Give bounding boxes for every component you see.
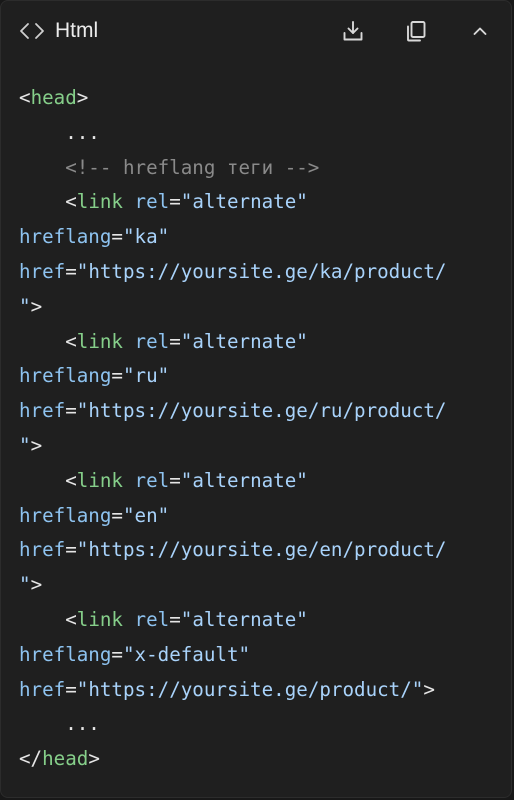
code-line: hreflang="x-default" bbox=[19, 638, 446, 673]
code-line: "> bbox=[19, 568, 446, 603]
code-string: "x-default" bbox=[122, 642, 251, 666]
code-string: "https://yoursite.ge/en/product/ bbox=[76, 538, 447, 562]
code-punctuation: = bbox=[169, 607, 181, 631]
code-punctuation: = bbox=[169, 468, 181, 492]
code-line: </head> bbox=[19, 742, 446, 777]
code-string: "alternate" bbox=[180, 190, 308, 214]
code-tag-name: link bbox=[76, 468, 123, 492]
code-punctuation: > bbox=[30, 433, 43, 457]
code-punctuation: > bbox=[76, 86, 89, 109]
code-line: <link rel="alternate" bbox=[19, 185, 446, 220]
code-block-header: Html bbox=[1, 1, 511, 61]
code-attribute-name: rel bbox=[134, 607, 170, 631]
code-tag-name: link bbox=[76, 329, 123, 353]
code-line: href="https://yoursite.ge/ru/product/ bbox=[19, 394, 446, 429]
code-punctuation: = bbox=[169, 190, 181, 214]
code-punctuation: ... bbox=[19, 712, 100, 736]
code-punctuation: = bbox=[111, 503, 123, 527]
code-attribute-name: rel bbox=[134, 190, 170, 214]
code-string: " bbox=[19, 433, 31, 457]
code-line: ... bbox=[19, 116, 446, 151]
code-tag-name: link bbox=[76, 190, 123, 214]
code-attribute-name: rel bbox=[134, 468, 170, 492]
code-line: hreflang="en" bbox=[19, 499, 446, 534]
download-button[interactable] bbox=[337, 15, 369, 47]
code-punctuation: = bbox=[65, 259, 77, 283]
code-punctuation bbox=[123, 469, 135, 492]
code-punctuation: ... bbox=[19, 120, 100, 144]
code-line: ... bbox=[19, 707, 446, 742]
code-punctuation: = bbox=[65, 399, 77, 423]
code-attribute-name: href bbox=[19, 259, 66, 283]
code-tag-name: head bbox=[42, 747, 89, 771]
code-line: <head> bbox=[19, 81, 446, 116]
code-attribute-name: hreflang bbox=[19, 364, 112, 388]
code-punctuation: < bbox=[19, 329, 77, 353]
code-punctuation: = bbox=[111, 225, 123, 249]
code-line: <link rel="alternate" bbox=[19, 603, 446, 638]
chevron-up-icon bbox=[473, 27, 487, 35]
code-attribute-name: hreflang bbox=[19, 503, 112, 527]
collapse-button[interactable] bbox=[464, 15, 496, 47]
code-punctuation bbox=[123, 190, 135, 213]
code-punctuation: > bbox=[30, 573, 43, 597]
code-block: Html <head> ... <!-- hreflang теги --> <… bbox=[0, 0, 512, 798]
code-attribute-name: href bbox=[19, 399, 66, 423]
code-string: "https://yoursite.ge/product/" bbox=[76, 677, 424, 701]
code-punctuation: </ bbox=[19, 747, 43, 771]
code-attribute-name: rel bbox=[134, 329, 170, 353]
code-attribute-name: href bbox=[19, 677, 66, 701]
code-string: " bbox=[19, 294, 31, 318]
code-punctuation bbox=[123, 330, 135, 353]
code-line: "> bbox=[19, 290, 446, 325]
code-line: "> bbox=[19, 429, 446, 464]
code-string: " bbox=[19, 573, 31, 597]
code-punctuation: < bbox=[19, 86, 31, 109]
code-punctuation: > bbox=[30, 294, 43, 318]
code-punctuation: < bbox=[19, 190, 77, 214]
code-punctuation: = bbox=[111, 364, 123, 388]
code-punctuation: < bbox=[19, 607, 77, 631]
code-string: "https://yoursite.ge/ka/product/ bbox=[76, 259, 447, 283]
code-string: "https://yoursite.ge/ru/product/ bbox=[76, 399, 447, 423]
code-line: href="https://yoursite.ge/ka/product/ bbox=[19, 255, 446, 290]
code-line: <!-- hreflang теги --> bbox=[19, 151, 446, 186]
code-punctuation: > bbox=[88, 747, 100, 771]
code-string: "alternate" bbox=[180, 607, 308, 631]
code-string: "en" bbox=[122, 503, 170, 527]
code-punctuation: = bbox=[65, 677, 77, 701]
code-line: hreflang="ka" bbox=[19, 220, 446, 255]
code-attribute-name: hreflang bbox=[19, 225, 112, 249]
code-punctuation: = bbox=[65, 538, 77, 562]
code-language-label: Html bbox=[55, 19, 99, 42]
copy-button[interactable] bbox=[400, 15, 432, 47]
copy-icon bbox=[407, 21, 426, 42]
code-line: <link rel="alternate" bbox=[19, 325, 446, 360]
code-line: href="https://yoursite.ge/en/product/ bbox=[19, 533, 446, 568]
code-punctuation bbox=[123, 608, 135, 631]
code-punctuation: < bbox=[19, 468, 77, 492]
code-string: "ka" bbox=[122, 225, 170, 249]
code-line: <link rel="alternate" bbox=[19, 464, 446, 499]
code-brackets-icon bbox=[20, 23, 44, 39]
code-string: "alternate" bbox=[180, 468, 308, 492]
code-tag-name: link bbox=[76, 607, 123, 631]
code-attribute-name: hreflang bbox=[19, 642, 112, 666]
code-punctuation: = bbox=[111, 642, 123, 666]
code-string: "alternate" bbox=[180, 329, 308, 353]
code-comment: <!-- hreflang теги --> bbox=[19, 155, 320, 179]
code-string: "ru" bbox=[122, 364, 170, 388]
code-content[interactable]: <head> ... <!-- hreflang теги --> <link … bbox=[19, 81, 446, 777]
code-line: href="https://yoursite.ge/product/"> bbox=[19, 673, 446, 708]
download-icon bbox=[343, 21, 363, 41]
code-punctuation: = bbox=[169, 329, 181, 353]
code-attribute-name: href bbox=[19, 538, 66, 562]
code-tag-name: head bbox=[30, 86, 77, 109]
code-punctuation: > bbox=[423, 677, 435, 701]
code-line: hreflang="ru" bbox=[19, 359, 446, 394]
